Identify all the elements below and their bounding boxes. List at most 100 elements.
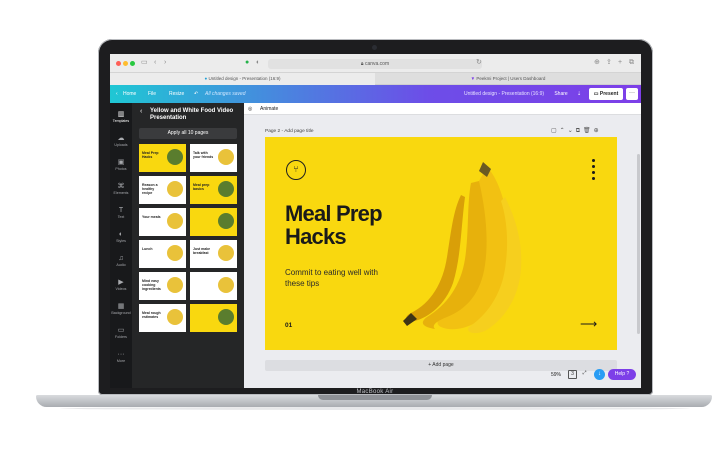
template-thumbnail[interactable]: Mind easy cooking ingredients <box>139 272 186 300</box>
template-thumbnail[interactable]: Meal Prep Hacks <box>139 144 186 172</box>
canvas-scrollbar[interactable] <box>637 154 640 334</box>
rail-item-label: Photos <box>115 167 127 171</box>
thumbnail-food-image <box>167 213 183 229</box>
extension-icon[interactable]: ● <box>245 59 249 67</box>
rail-item-uploads[interactable]: ☁ Uploads <box>110 131 132 153</box>
move-up-icon[interactable]: ⌃ <box>560 128 568 134</box>
home-chevron-icon[interactable]: ‹ <box>116 85 118 103</box>
thumbnail-title: Meal Prep Hacks <box>142 151 159 159</box>
download-icon[interactable]: ⇣ <box>577 85 581 103</box>
thumbnail-title: Mind easy cooking ingredients <box>142 279 161 291</box>
animate-button[interactable]: Animate <box>260 103 278 115</box>
thumbnail-title: Just make breakfast <box>193 247 211 255</box>
folder-icon: ▭ <box>117 327 125 334</box>
template-thumbnail[interactable]: Talk with your friends <box>190 144 237 172</box>
browser-titlebar: ▭ ‹ › ● ◐ 🔒︎ canva.com ↻ ⊕ ⇪ + ⧉ <box>110 54 641 73</box>
zoom-level[interactable]: 59% <box>551 372 561 378</box>
thumbnail-food-image <box>167 309 183 325</box>
camera-icon <box>372 45 377 50</box>
apply-all-button[interactable]: Apply all 10 pages <box>139 128 237 139</box>
videos-icon: ▶ <box>118 279 124 286</box>
delete-page-icon[interactable]: 🗑︎ <box>583 128 594 134</box>
thumbnail-food-image <box>167 277 183 293</box>
add-page-icon[interactable]: ⊕ <box>594 128 602 134</box>
minimize-window-icon[interactable] <box>123 61 128 66</box>
tab-peekmi[interactable]: ▼ Peekmi Project | Users Dashboard <box>375 73 641 85</box>
rail-item-videos[interactable]: ▶ Videos <box>110 275 132 297</box>
thumbnail-food-image <box>167 181 183 197</box>
rail-item-photos[interactable]: ▣ Photos <box>110 155 132 177</box>
rail-item-label: More <box>116 359 126 363</box>
laptop-brand: MacBook Air <box>356 389 394 395</box>
templates-panel: ‹ Yellow and White Food Video Presentati… <box>132 103 244 388</box>
animate-icon[interactable]: ◎ <box>248 103 252 115</box>
new-tab-icon[interactable]: + <box>618 59 622 67</box>
share-button[interactable]: Share <box>551 89 571 99</box>
present-button[interactable]: ▭ Present <box>589 88 623 100</box>
back-chevron-icon[interactable]: ‹ <box>140 108 142 115</box>
fullscreen-icon[interactable]: ⤢ <box>580 370 589 379</box>
home-link[interactable]: Home <box>123 85 136 103</box>
template-thumbnail[interactable]: Lunch <box>139 240 186 268</box>
template-thumbnail[interactable] <box>190 304 237 332</box>
page-count-icon[interactable]: 3 <box>568 370 577 379</box>
page-title-label[interactable]: Page 2 - Add page title <box>265 129 314 134</box>
template-thumbnail[interactable]: Meal rough estimates <box>139 304 186 332</box>
address-bar[interactable]: 🔒︎ canva.com <box>268 59 482 69</box>
thumbnail-food-image <box>218 245 234 261</box>
template-thumbnail[interactable] <box>190 272 237 300</box>
more-button[interactable]: ··· <box>626 88 638 100</box>
maximize-window-icon[interactable] <box>130 61 135 66</box>
move-down-icon[interactable]: ⌄ <box>568 128 576 134</box>
add-page-button[interactable]: + Add page <box>265 360 617 371</box>
thumbnail-food-image <box>167 245 183 261</box>
rail-item-folders[interactable]: ▭ Folders <box>110 323 132 345</box>
template-thumbnail[interactable]: Meal prep basics <box>190 176 237 204</box>
rail-item-audio[interactable]: ♫ Audio <box>110 251 132 273</box>
rail-item-label: Text <box>117 215 125 219</box>
rail-item-background[interactable]: ▦ Background <box>110 299 132 321</box>
tab-canva[interactable]: ● Untitled design - Presentation (16:9) <box>110 73 375 85</box>
downloads-icon[interactable]: ⊕ <box>594 59 600 67</box>
rail-item-label: Background <box>111 311 131 315</box>
design-title[interactable]: Untitled design - Presentation (16:9) <box>464 85 544 103</box>
thumbnail-title: Meal rough estimates <box>142 311 161 319</box>
share-sheet-icon[interactable]: ⇪ <box>606 59 612 67</box>
download-circle-icon[interactable]: ↓ <box>594 369 605 380</box>
privacy-shield-icon[interactable]: ◐ <box>256 59 260 67</box>
notes-icon[interactable]: ▢ <box>551 128 560 134</box>
help-button[interactable]: Help ? <box>608 369 636 380</box>
laptop-notch <box>318 395 432 400</box>
rail-item-styles[interactable]: ◐ Styles <box>110 227 132 249</box>
more-icon: ··· <box>117 351 125 358</box>
rail-item-templates[interactable]: ▥ Templates <box>110 107 132 129</box>
left-rail: ▥ Templates ☁ Uploads ▣ Photos ⌘ Elements T Text ◐… <box>110 103 132 388</box>
file-menu[interactable]: File <box>148 85 156 103</box>
template-thumbnail[interactable]: Your meals <box>139 208 186 236</box>
reload-icon[interactable]: ↻ <box>476 59 482 67</box>
template-thumbnail[interactable]: Just make breakfast <box>190 240 237 268</box>
sidebar-toggle-icon[interactable]: ▭ <box>141 59 148 67</box>
rail-item-elements[interactable]: ⌘ Elements <box>110 179 132 201</box>
editor-topbar: ‹ Home File Resize ↶ All changes saved U… <box>110 85 641 103</box>
animate-toolbar: ◎ Animate <box>244 103 641 115</box>
stage: MacBook Air ▭ ‹ › ● ◐ 🔒︎ canva.com ↻ ⊕ ⇪… <box>0 0 726 459</box>
template-thumbnail[interactable] <box>190 208 237 236</box>
template-title: Yellow and White Food Video Presentation <box>150 108 234 121</box>
close-window-icon[interactable] <box>116 61 121 66</box>
template-thumbnail[interactable]: Reason a healthy recipe <box>139 176 186 204</box>
text-icon: T <box>118 207 124 214</box>
resize-menu[interactable]: Resize <box>169 85 184 103</box>
undo-icon[interactable]: ↶ <box>194 85 198 103</box>
duplicate-page-icon[interactable]: ⧉ <box>576 128 583 134</box>
elements-icon: ⌘ <box>117 183 125 190</box>
url-text: canva.com <box>364 61 390 67</box>
tab-overview-icon[interactable]: ⧉ <box>629 59 634 67</box>
rail-item-text[interactable]: T Text <box>110 203 132 225</box>
back-icon[interactable]: ‹ <box>154 59 156 67</box>
slide[interactable]: ⑂ Meal Prep Hacks Commit to eating well … <box>265 137 617 350</box>
rail-item-more[interactable]: ··· More <box>110 347 132 369</box>
forward-icon[interactable]: › <box>164 59 166 67</box>
rail-item-label: Styles <box>116 239 126 243</box>
browser-tabs: ● Untitled design - Presentation (16:9) … <box>110 73 641 85</box>
